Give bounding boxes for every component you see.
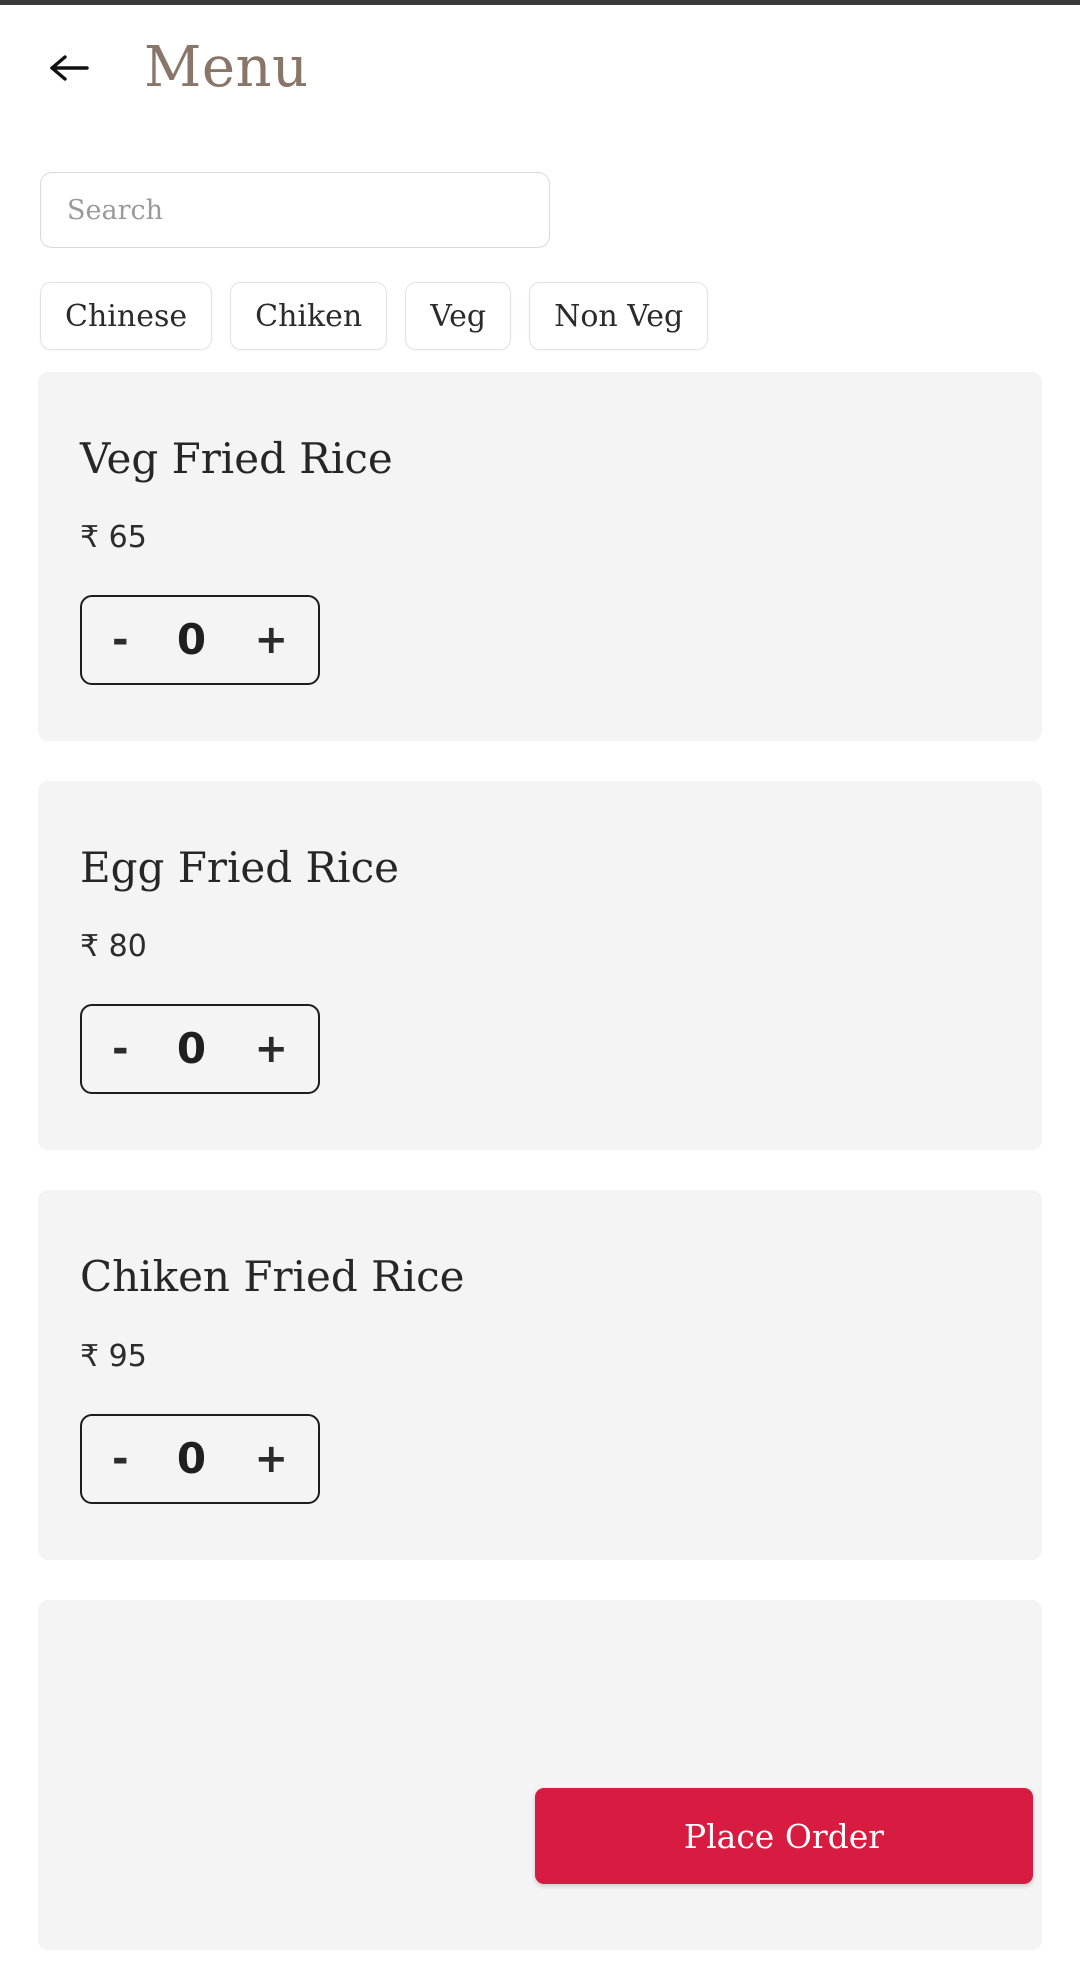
menu-item-card[interactable]: Egg Fried Rice ₹ 80 - 0 + xyxy=(38,781,1042,1151)
filter-chips: Chinese Chiken Veg Non Veg xyxy=(0,282,1080,350)
search-container xyxy=(0,172,1080,248)
menu-item-card[interactable]: Chiken Fried Rice ₹ 95 - 0 + xyxy=(38,1190,1042,1560)
menu-item-name: Chiken Fried Rice xyxy=(80,1252,465,1302)
decrement-button[interactable]: - xyxy=(112,620,129,660)
menu-page: Menu Chinese Chiken Veg Non Veg Veg Frie… xyxy=(0,5,1080,1982)
menu-item-price: ₹ 80 xyxy=(80,929,147,965)
decrement-button[interactable]: - xyxy=(112,1029,129,1069)
filter-chip-chiken[interactable]: Chiken xyxy=(230,282,388,350)
menu-item-name: Egg Fried Rice xyxy=(80,843,399,893)
search-input[interactable] xyxy=(40,172,550,248)
menu-item-price: ₹ 95 xyxy=(80,1338,147,1374)
quantity-value: 0 xyxy=(176,615,207,665)
filter-chip-non-veg[interactable]: Non Veg xyxy=(529,282,709,350)
quantity-stepper: - 0 + xyxy=(80,595,320,686)
increment-button[interactable]: + xyxy=(254,620,288,660)
menu-item-price: ₹ 65 xyxy=(80,520,147,556)
filter-chip-veg[interactable]: Veg xyxy=(405,282,512,350)
quantity-stepper: - 0 + xyxy=(80,1413,320,1504)
back-button[interactable] xyxy=(40,38,100,98)
menu-item-name: Veg Fried Rice xyxy=(80,434,393,483)
menu-item-list: Veg Fried Rice ₹ 65 - 0 + Egg Fried Rice… xyxy=(0,372,1080,1950)
filter-chip-chinese[interactable]: Chinese xyxy=(40,282,213,350)
place-order-label: Place Order xyxy=(683,1816,885,1856)
place-order-button[interactable]: Place Order xyxy=(535,1788,1033,1884)
filter-chip-label: Non Veg xyxy=(554,298,684,334)
increment-button[interactable]: + xyxy=(254,1029,288,1069)
menu-item-card[interactable] xyxy=(38,1599,1042,1950)
filter-chip-label: Veg xyxy=(430,298,487,334)
page-title: Menu xyxy=(144,34,309,100)
quantity-value: 0 xyxy=(176,1433,207,1483)
quantity-value: 0 xyxy=(176,1024,207,1074)
filter-chip-label: Chinese xyxy=(65,298,188,334)
page-header: Menu xyxy=(0,5,1080,130)
increment-button[interactable]: + xyxy=(254,1439,288,1479)
filter-chip-label: Chiken xyxy=(255,298,363,334)
quantity-stepper: - 0 + xyxy=(80,1004,320,1095)
menu-item-card[interactable]: Veg Fried Rice ₹ 65 - 0 + xyxy=(38,372,1042,742)
decrement-button[interactable]: - xyxy=(112,1439,129,1479)
arrow-left-icon xyxy=(49,52,91,84)
